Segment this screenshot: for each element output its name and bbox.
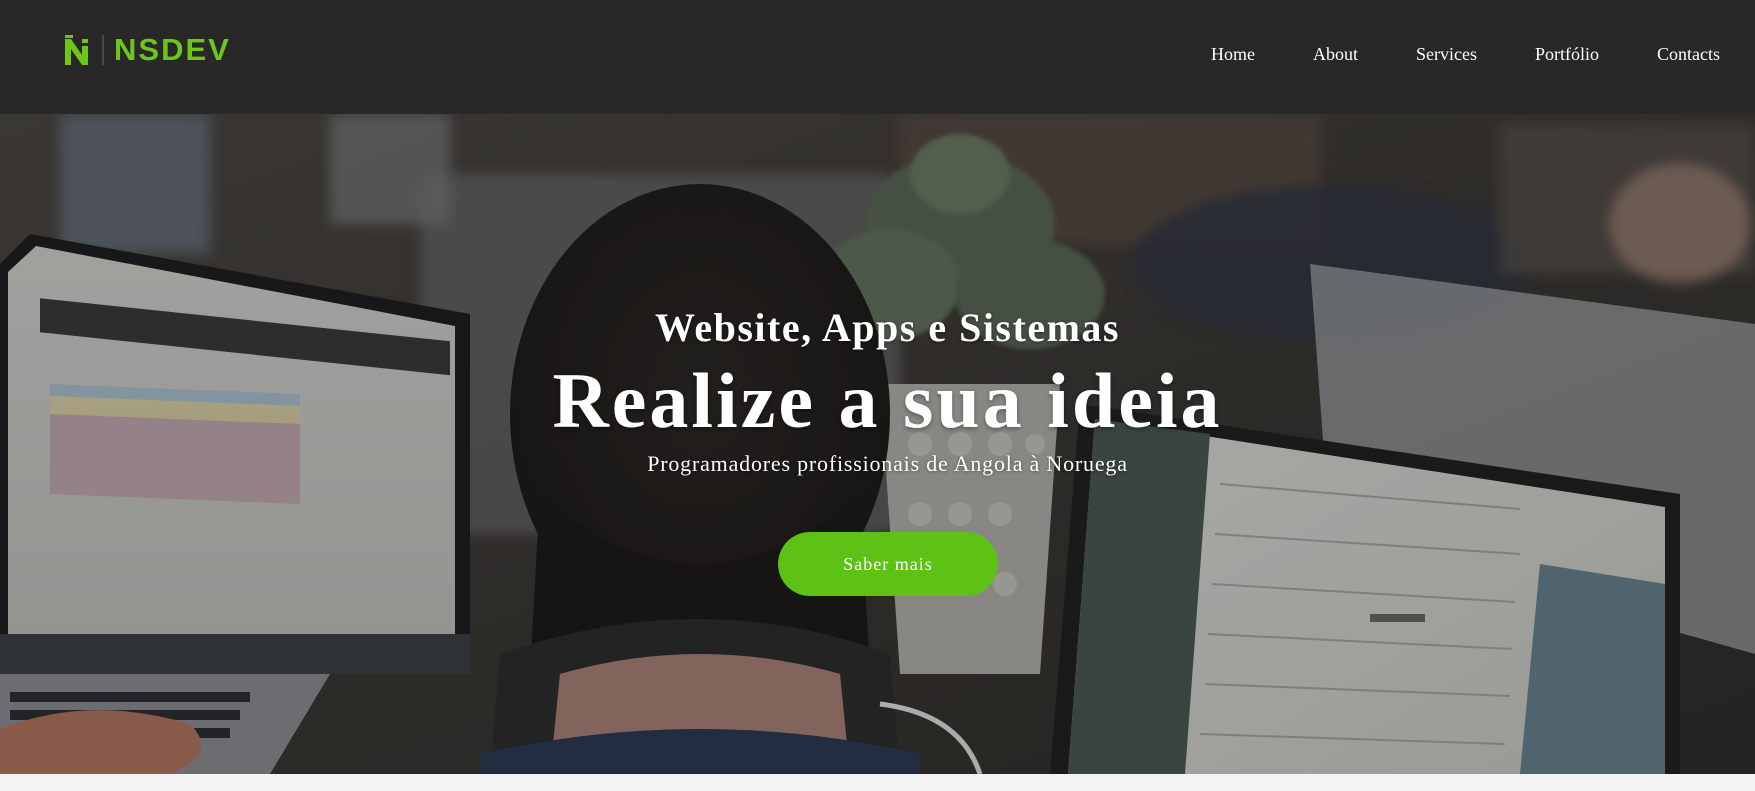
hero-subtitle: Website, Apps e Sistemas: [655, 305, 1120, 350]
page-bottom-strip: [0, 774, 1755, 791]
brand-logo[interactable]: NSDEV: [62, 33, 231, 67]
navbar: NSDEV Home About Services Portfólio Cont…: [0, 0, 1755, 114]
hero-tagline: Programadores profissionais de Angola à …: [647, 451, 1128, 476]
nav-portfolio[interactable]: Portfólio: [1535, 42, 1599, 66]
hero-section: Website, Apps e Sistemas Realize a sua i…: [0, 114, 1755, 774]
nav-contacts[interactable]: Contacts: [1657, 42, 1720, 66]
logo-divider: [102, 35, 104, 65]
nav-about[interactable]: About: [1313, 42, 1358, 66]
hero-content: Website, Apps e Sistemas Realize a sua i…: [0, 114, 1755, 774]
main-nav: Home About Services Portfólio Contacts: [1211, 42, 1720, 66]
n-monogram-icon: [65, 35, 90, 65]
nav-home[interactable]: Home: [1211, 42, 1255, 66]
logo-text: NSDEV: [114, 32, 231, 67]
saber-mais-button[interactable]: Saber mais: [778, 532, 998, 596]
hero-title: Realize a sua ideia: [552, 357, 1223, 444]
nav-services[interactable]: Services: [1416, 42, 1477, 66]
